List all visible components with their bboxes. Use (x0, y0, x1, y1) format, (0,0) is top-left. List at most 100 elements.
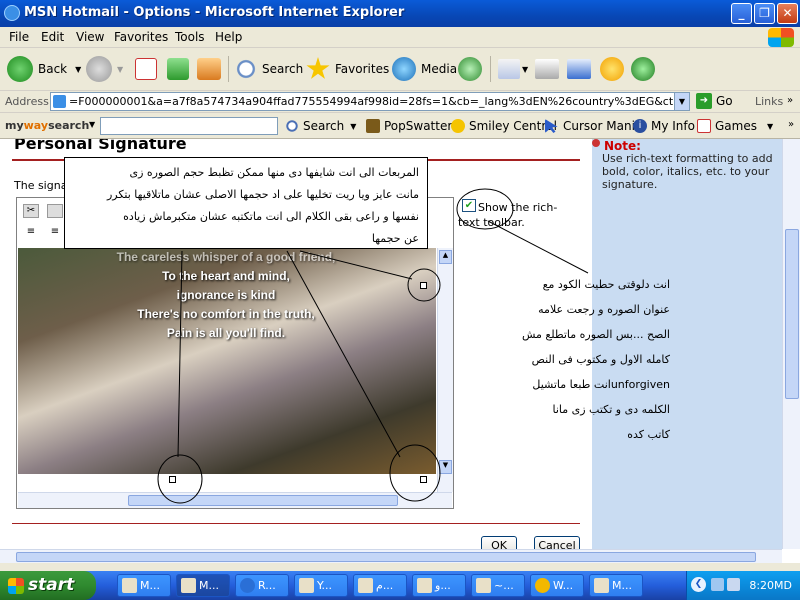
menu-bar: File Edit View Favorites Tools Help (0, 27, 800, 48)
address-dropdown-icon[interactable]: ▼ (674, 93, 689, 110)
note-title: Note: (604, 139, 641, 153)
bottom-divider (12, 523, 580, 524)
popswatter-link[interactable]: PopSwatter (366, 119, 452, 133)
edit-page-icon (567, 59, 591, 79)
forward-button[interactable]: ▼ (86, 53, 123, 85)
games-link[interactable]: Games ▼ (697, 119, 773, 133)
cursor-mania-link[interactable]: Cursor Mania (545, 119, 642, 133)
minimize-button[interactable]: _ (731, 3, 752, 24)
mail-button[interactable]: ▼ (498, 53, 528, 85)
stop-button[interactable] (135, 53, 162, 85)
network-icon[interactable] (711, 578, 724, 591)
start-button[interactable]: start (0, 571, 96, 600)
app-icon (476, 578, 491, 593)
taskbar-item[interactable]: و... (412, 574, 466, 597)
flower-icon (631, 57, 655, 81)
app-icon (535, 578, 550, 593)
status-bar (0, 563, 800, 571)
taskbar-item[interactable]: R... (235, 574, 289, 597)
page-content: Personal Signature The signat Note: Use … (0, 139, 800, 563)
smiley-face-icon (451, 119, 465, 133)
menu-view[interactable]: View (76, 30, 104, 44)
app-icon (299, 578, 314, 593)
taskbar-item[interactable]: M... (589, 574, 643, 597)
refresh-button[interactable] (167, 53, 194, 85)
window-title: MSN Hotmail - Options - Microsoft Intern… (24, 5, 405, 20)
annotation-overlay (157, 188, 589, 504)
close-button[interactable]: ✕ (777, 3, 798, 24)
address-input[interactable]: =F000000001&a=a7f8a574734a904ffad7755549… (50, 92, 690, 111)
toolbar-separator (228, 56, 229, 82)
research-button[interactable] (631, 53, 660, 85)
page-icon (53, 95, 66, 108)
back-dropdown-icon[interactable]: ▼ (75, 65, 81, 74)
favorites-button[interactable]: Favorites (306, 53, 389, 85)
app-icon (417, 578, 432, 593)
games-dropdown-icon[interactable]: ▼ (767, 122, 773, 131)
my-info-link[interactable]: i My Info (633, 119, 695, 133)
games-icon (697, 119, 711, 133)
taskbar-item[interactable]: M... (117, 574, 171, 597)
media-globe-icon (392, 57, 416, 81)
myway-search-button[interactable]: Search ▼ (285, 119, 356, 133)
taskbar-item[interactable]: م... (353, 574, 407, 597)
go-button[interactable]: ➜ Go (696, 93, 733, 109)
search-button[interactable]: Search (235, 53, 303, 85)
title-bar: MSN Hotmail - Options - Microsoft Intern… (0, 0, 800, 27)
menu-favorites[interactable]: Favorites (114, 30, 168, 44)
popswatter-icon (366, 119, 380, 133)
taskbar-item[interactable]: Y... (294, 574, 348, 597)
edit-button[interactable] (567, 53, 596, 85)
forward-dropdown-icon[interactable]: ▼ (117, 65, 123, 74)
app-icon (594, 578, 609, 593)
myway-chevron-icon[interactable]: » (788, 119, 794, 130)
address-url: =F000000001&a=a7f8a574734a904ffad7755549… (69, 95, 690, 108)
system-tray: ❮ 8:20MD (686, 571, 800, 600)
note-body: Use rich-text formatting to add bold, co… (602, 152, 773, 191)
scroll-thumb[interactable] (785, 229, 799, 399)
menu-file[interactable]: File (9, 30, 29, 44)
windows-logo-icon (768, 28, 794, 47)
taskbar-item[interactable]: W... (530, 574, 584, 597)
back-button[interactable]: Back ▼ (7, 53, 81, 85)
page-vertical-scrollbar[interactable] (782, 139, 800, 549)
tray-expand-icon[interactable]: ❮ (691, 577, 706, 592)
taskbar-item-active[interactable]: M... (176, 574, 230, 597)
home-button[interactable] (197, 53, 226, 85)
address-label: Address (5, 95, 49, 108)
myway-search-input[interactable] (100, 117, 278, 135)
maximize-button[interactable]: ❐ (754, 3, 775, 24)
taskbar: start M... M... R... Y... م... و... ~...… (0, 571, 800, 600)
windows-flag-icon (8, 578, 24, 594)
menu-tools[interactable]: Tools (175, 30, 205, 44)
clock: 8:20MD (749, 579, 792, 592)
links-button[interactable]: Links (755, 95, 783, 108)
media-button[interactable]: Media (392, 53, 457, 85)
taskbar-item[interactable]: ~... (471, 574, 525, 597)
app-icon (240, 578, 255, 593)
favorites-star-icon (306, 57, 330, 79)
standard-toolbar: Back ▼ ▼ Search Favorites Media ▼ (0, 48, 800, 91)
menu-edit[interactable]: Edit (41, 30, 64, 44)
links-chevron-icon[interactable]: » (787, 95, 793, 106)
volume-icon[interactable] (727, 578, 740, 591)
messenger-button[interactable] (600, 53, 629, 85)
smiley-icon (600, 57, 624, 81)
toolbar-separator (490, 56, 491, 82)
search-dropdown-icon[interactable]: ▼ (350, 122, 356, 131)
menu-help[interactable]: Help (215, 30, 242, 44)
smiley-central-link[interactable]: Smiley Central (451, 119, 557, 133)
app-icon (181, 578, 196, 593)
page-horizontal-scrollbar[interactable] (0, 549, 782, 563)
go-arrow-icon: ➜ (696, 93, 712, 109)
forward-arrow-icon (86, 56, 112, 82)
print-button[interactable] (535, 53, 564, 85)
stop-icon (135, 58, 157, 80)
history-button[interactable] (458, 53, 487, 85)
mail-dropdown-icon[interactable]: ▼ (522, 65, 528, 74)
address-bar: Address =F000000001&a=a7f8a574734a904ffa… (0, 91, 800, 113)
app-icon (358, 578, 373, 593)
myway-dropdown-icon[interactable]: ▼ (89, 120, 95, 129)
note-icon (592, 139, 600, 147)
scroll-thumb[interactable] (16, 552, 756, 562)
